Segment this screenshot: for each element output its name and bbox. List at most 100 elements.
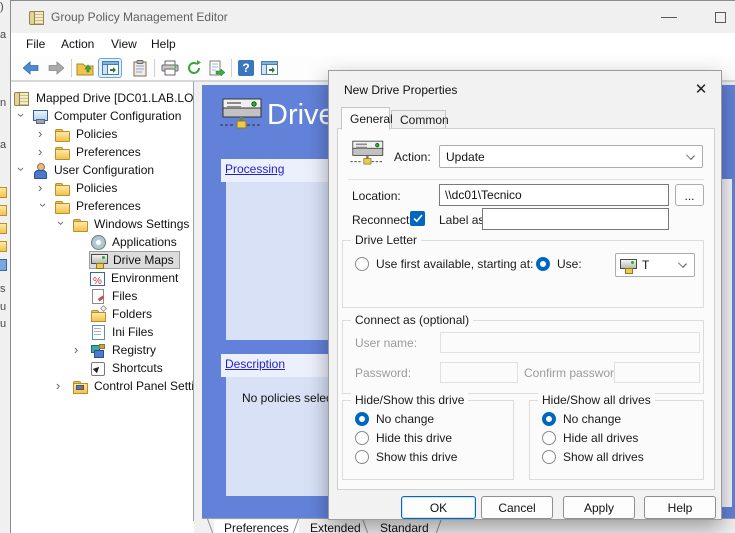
background-window-edge: ) a n a s u u bbox=[0, 0, 10, 533]
radio-this-no-change[interactable]: No change bbox=[355, 412, 434, 426]
action-dropdown[interactable]: Update bbox=[439, 145, 703, 168]
tree-item-drive-maps[interactable]: Drive Maps bbox=[11, 251, 193, 269]
show-console-tree-icon[interactable] bbox=[98, 58, 122, 78]
edge-fragment: a bbox=[0, 139, 6, 151]
refresh-icon[interactable] bbox=[184, 58, 204, 78]
tab-preferences[interactable]: Preferences bbox=[214, 520, 299, 533]
hide-show-all-drives-group: Hide/Show all drives No change Hide all … bbox=[529, 400, 704, 480]
folder-icon bbox=[0, 187, 7, 198]
tree-item-files[interactable]: Files bbox=[11, 287, 193, 305]
chevron-down-icon[interactable] bbox=[56, 219, 66, 229]
shortcuts-icon bbox=[90, 360, 106, 376]
back-icon[interactable] bbox=[21, 58, 41, 78]
selected-highlight: Drive Maps bbox=[89, 251, 180, 269]
password-label: Password: bbox=[355, 366, 411, 380]
control-panel-folder-icon bbox=[72, 378, 88, 394]
tree-item-ini-files[interactable]: Ini Files bbox=[11, 323, 193, 341]
list-icon bbox=[0, 259, 7, 271]
menu-help[interactable]: Help bbox=[151, 37, 176, 51]
hide-show-this-drive-group: Hide/Show this drive No change Hide this… bbox=[342, 400, 514, 480]
location-label: Location: bbox=[352, 189, 401, 203]
export-list-icon[interactable] bbox=[207, 58, 227, 78]
chevron-right-icon[interactable] bbox=[74, 345, 84, 355]
processing-link[interactable]: Processing bbox=[225, 162, 284, 176]
radio-hide-this-drive[interactable]: Hide this drive bbox=[355, 431, 452, 445]
chevron-right-icon[interactable] bbox=[38, 129, 48, 139]
cancel-button[interactable]: Cancel bbox=[481, 496, 553, 519]
radio-all-no-change[interactable]: No change bbox=[542, 412, 621, 426]
browse-button[interactable]: ... bbox=[675, 184, 704, 206]
drive-icon bbox=[348, 138, 386, 168]
menu-file[interactable]: File bbox=[26, 37, 45, 51]
chevron-down-icon[interactable] bbox=[16, 165, 26, 175]
general-tab-page: Action: Update Location: ... Reconnect: … bbox=[337, 128, 715, 490]
tree-item-preferences[interactable]: Preferences bbox=[11, 143, 193, 161]
tab-standard[interactable]: Standard bbox=[370, 520, 439, 533]
up-folder-icon[interactable] bbox=[75, 58, 95, 78]
tree-item-shortcuts[interactable]: Shortcuts bbox=[11, 359, 193, 377]
tree-item-environment[interactable]: % Environment bbox=[11, 269, 193, 287]
help-icon[interactable]: ? bbox=[236, 58, 256, 78]
title-bar[interactable]: Group Policy Management Editor bbox=[11, 1, 735, 33]
help-button[interactable]: Help bbox=[644, 496, 716, 519]
radio-use-first-available[interactable]: Use first available, starting at: bbox=[355, 257, 533, 271]
radio-show-this-drive[interactable]: Show this drive bbox=[355, 450, 457, 464]
tree-item-applications[interactable]: Applications bbox=[11, 233, 193, 251]
radio-icon bbox=[355, 412, 369, 426]
reconnect-checkbox[interactable] bbox=[410, 211, 425, 226]
label-as-input[interactable] bbox=[482, 208, 669, 230]
tab-extended[interactable]: Extended bbox=[300, 520, 371, 533]
radio-label: Hide all drives bbox=[563, 431, 638, 445]
chevron-right-icon[interactable] bbox=[56, 381, 66, 391]
radio-hide-all-drives[interactable]: Hide all drives bbox=[542, 431, 638, 445]
radio-label: Use: bbox=[557, 257, 582, 271]
chevron-down-icon[interactable] bbox=[16, 111, 26, 121]
gpo-scroll-icon bbox=[29, 9, 45, 25]
radio-label: Show this drive bbox=[376, 450, 457, 464]
description-link[interactable]: Description bbox=[225, 357, 285, 371]
toolbar-separator bbox=[231, 59, 232, 77]
reconnect-label: Reconnect: bbox=[352, 213, 413, 227]
tree-item-control-panel-settings[interactable]: Control Panel Settings bbox=[11, 377, 193, 395]
applications-icon bbox=[90, 234, 106, 250]
tree-item-policies[interactable]: Policies bbox=[11, 179, 193, 197]
radio-label: No change bbox=[563, 412, 621, 426]
radio-show-all-drives[interactable]: Show all drives bbox=[542, 450, 644, 464]
toolbar-separator bbox=[71, 59, 72, 77]
clipboard-icon[interactable] bbox=[130, 58, 150, 78]
tree-item-policies[interactable]: Policies bbox=[11, 125, 193, 143]
tree-item-computer-configuration[interactable]: Computer Configuration bbox=[11, 107, 193, 125]
print-icon[interactable] bbox=[160, 58, 180, 78]
menu-bar: File Action View Help bbox=[11, 33, 735, 56]
chevron-right-icon[interactable] bbox=[38, 183, 48, 193]
tree-item-root[interactable]: Mapped Drive [DC01.LAB.LOCA bbox=[11, 89, 193, 107]
folders-icon bbox=[90, 306, 106, 322]
drive-letter-dropdown[interactable]: T bbox=[615, 253, 695, 277]
chevron-down-icon[interactable] bbox=[38, 201, 48, 211]
radio-label: Show all drives bbox=[563, 450, 644, 464]
tab-general[interactable]: General bbox=[341, 107, 390, 130]
tree-item-preferences[interactable]: Preferences bbox=[11, 197, 193, 215]
minimize-button[interactable] bbox=[661, 17, 677, 18]
menu-view[interactable]: View bbox=[111, 37, 137, 51]
radio-icon bbox=[355, 450, 369, 464]
tree-item-user-configuration[interactable]: User Configuration bbox=[11, 161, 193, 179]
forward-icon[interactable] bbox=[46, 58, 66, 78]
chevron-right-icon[interactable] bbox=[38, 147, 48, 157]
close-icon[interactable]: ✕ bbox=[689, 77, 713, 101]
maximize-button[interactable] bbox=[715, 12, 726, 23]
pane-tab-strip: Preferences Extended Standard bbox=[202, 518, 735, 533]
tree-item-folders[interactable]: Folders bbox=[11, 305, 193, 323]
screen: ) a n a s u u Group Policy Management Ed… bbox=[0, 0, 735, 533]
tree-item-windows-settings[interactable]: Windows Settings bbox=[11, 215, 193, 233]
user-icon bbox=[32, 162, 48, 178]
radio-use[interactable]: Use: bbox=[536, 257, 582, 271]
apply-button[interactable]: Apply bbox=[563, 496, 635, 519]
folder-icon bbox=[54, 144, 70, 160]
tree-item-registry[interactable]: Registry bbox=[11, 341, 193, 359]
new-window-icon[interactable] bbox=[259, 58, 279, 78]
location-input[interactable] bbox=[439, 184, 669, 206]
ok-button[interactable]: OK bbox=[401, 496, 476, 519]
label-as-label: Label as: bbox=[439, 213, 488, 227]
menu-action[interactable]: Action bbox=[61, 37, 94, 51]
